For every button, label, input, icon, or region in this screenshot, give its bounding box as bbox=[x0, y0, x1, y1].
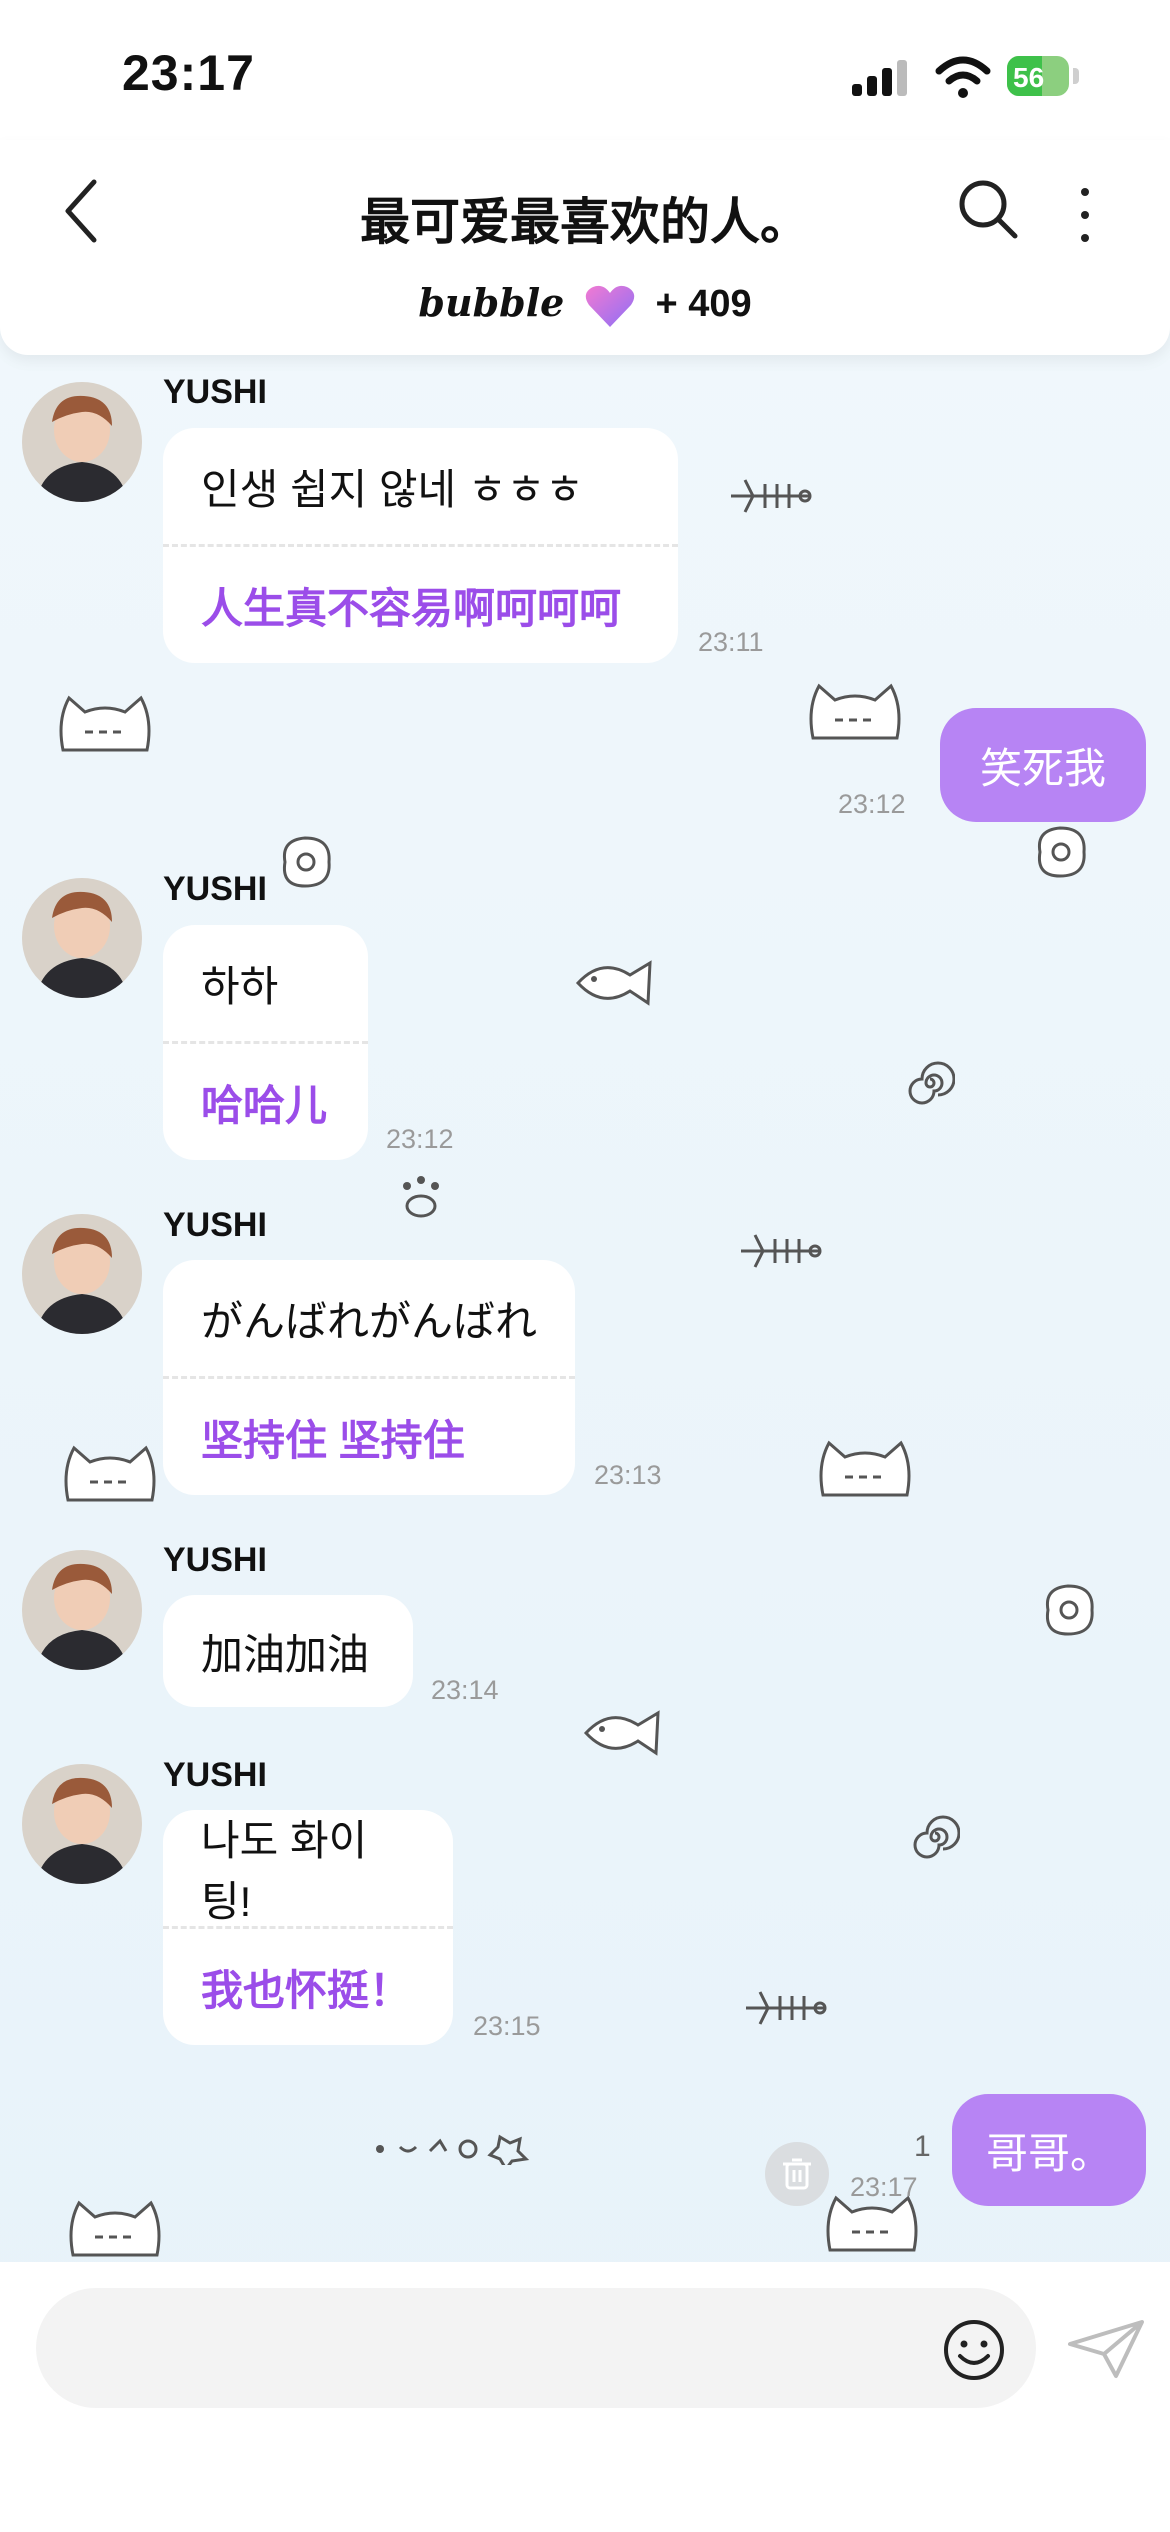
egg-doodle-icon bbox=[1037, 826, 1086, 878]
dots-doodle-icon bbox=[376, 2134, 530, 2165]
message-bubble[interactable]: 나도 화이팅! 我也怀挺！ bbox=[163, 1810, 453, 2045]
input-bar bbox=[0, 2262, 1170, 2532]
message-time: 23:15 bbox=[473, 2011, 541, 2041]
message-translation: 坚持住 坚持住 bbox=[163, 1376, 575, 1495]
message-original: 하하 bbox=[201, 962, 279, 1010]
sender-name: YUSHI bbox=[163, 870, 267, 908]
fish-doodle-icon bbox=[583, 1710, 660, 1756]
my-message-bubble[interactable]: 笑死我 bbox=[940, 708, 1146, 822]
bubble-counter[interactable]: bubble + 409 bbox=[0, 280, 1170, 329]
avatar[interactable] bbox=[22, 1550, 142, 1670]
spiral-doodle-icon bbox=[913, 1815, 960, 1859]
message-time: 23:12 bbox=[838, 789, 906, 819]
wifi-icon bbox=[935, 56, 991, 98]
status-bar: 23:17 56 bbox=[0, 0, 1170, 140]
bubble-count: + 409 bbox=[655, 283, 752, 325]
sender-name: YUSHI bbox=[163, 1206, 267, 1244]
more-icon[interactable] bbox=[1075, 180, 1095, 250]
bubble-brand: bubble bbox=[418, 280, 565, 325]
message-time: 23:17 bbox=[850, 2172, 918, 2202]
cat-doodle-icon bbox=[59, 695, 151, 752]
sender-name: YUSHI bbox=[163, 1541, 267, 1579]
fishbone-doodle-icon bbox=[746, 1991, 827, 2025]
sender-name: YUSHI bbox=[163, 1756, 267, 1794]
message-original: 加油加油 bbox=[201, 1630, 370, 1678]
message-original: 인생 쉽지 않네 ㅎㅎㅎ bbox=[201, 465, 584, 513]
my-message-bubble[interactable]: 哥哥。 bbox=[952, 2094, 1146, 2206]
egg-doodle-icon bbox=[282, 836, 331, 888]
status-time: 23:17 bbox=[122, 45, 255, 101]
message-bubble[interactable]: 加油加油 bbox=[163, 1595, 413, 1707]
fishbone-doodle-icon bbox=[741, 1234, 822, 1268]
battery-icon: 56 bbox=[1007, 56, 1069, 96]
spiral-doodle-icon bbox=[908, 1061, 955, 1105]
sender-name: YUSHI bbox=[163, 373, 267, 411]
cellular-signal-icon bbox=[852, 60, 907, 96]
message-bubble[interactable]: がんばれがんばれ 坚持住 坚持住 bbox=[163, 1260, 575, 1495]
avatar[interactable] bbox=[22, 382, 142, 502]
battery-nub bbox=[1073, 68, 1079, 84]
paw-doodle-icon bbox=[403, 1176, 439, 1218]
battery-level: 56 bbox=[1013, 62, 1045, 93]
avatar[interactable] bbox=[22, 1214, 142, 1334]
trash-icon[interactable] bbox=[765, 2142, 829, 2206]
message-translation: 哈哈儿 bbox=[163, 1041, 368, 1160]
message-time: 23:11 bbox=[698, 627, 764, 657]
message-time: 23:14 bbox=[431, 1675, 499, 1705]
avatar[interactable] bbox=[22, 1764, 142, 1884]
message-translation: 人生真不容易啊呵呵呵 bbox=[163, 544, 678, 663]
message-original: 나도 화이팅! bbox=[201, 1817, 368, 1925]
fish-doodle-icon bbox=[575, 960, 652, 1006]
cat-doodle-icon bbox=[69, 2200, 161, 2257]
message-time: 23:13 bbox=[594, 1460, 662, 1490]
emoji-icon[interactable] bbox=[942, 2318, 1006, 2382]
cat-doodle-icon bbox=[819, 1440, 911, 1497]
avatar[interactable] bbox=[22, 878, 142, 998]
send-icon[interactable] bbox=[1066, 2318, 1146, 2380]
cat-doodle-icon bbox=[64, 1445, 156, 1502]
message-time: 23:12 bbox=[386, 1124, 454, 1154]
heart-icon bbox=[585, 285, 635, 327]
search-icon[interactable] bbox=[955, 176, 1021, 242]
egg-doodle-icon bbox=[1045, 1584, 1094, 1636]
cat-doodle-icon bbox=[809, 683, 901, 740]
message-bubble[interactable]: 하하 哈哈儿 bbox=[163, 925, 368, 1160]
message-original: がんばれがんばれ bbox=[201, 1297, 538, 1345]
message-translation: 我也怀挺！ bbox=[163, 1926, 453, 2045]
fishbone-doodle-icon bbox=[731, 479, 812, 513]
unread-count: 1 bbox=[914, 2130, 931, 2163]
message-input[interactable] bbox=[36, 2288, 1036, 2408]
chat-header: 最可爱最喜欢的人。 bubble + 409 bbox=[0, 140, 1170, 355]
message-bubble[interactable]: 인생 쉽지 않네 ㅎㅎㅎ 人生真不容易啊呵呵呵 bbox=[163, 428, 678, 663]
